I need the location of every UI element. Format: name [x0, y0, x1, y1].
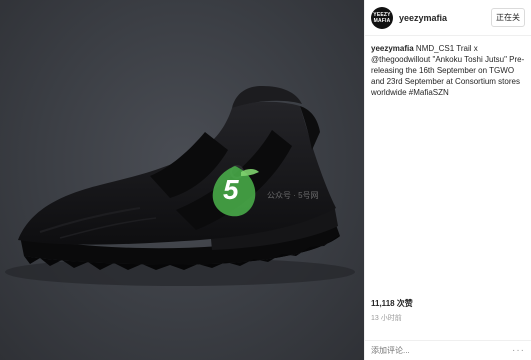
comment-input[interactable]	[371, 346, 501, 355]
watermark: 5 公众号 · 5号网	[205, 162, 325, 222]
post-photo[interactable]: 5 公众号 · 5号网	[0, 0, 364, 360]
instagram-post: 5 公众号 · 5号网 YEEZY MAFIA yeezymafia 正在关 y…	[0, 0, 531, 360]
post-header: YEEZY MAFIA yeezymafia 正在关	[365, 0, 531, 36]
avatar-text-line-2: MAFIA	[373, 17, 391, 24]
username-link[interactable]: yeezymafia	[399, 13, 491, 23]
comment-bar: ···	[365, 340, 531, 360]
more-options-icon[interactable]: ···	[512, 345, 525, 356]
caption-username-link[interactable]: yeezymafia	[371, 44, 414, 53]
post-footer: 11,118 次赞 13 小时前	[365, 298, 531, 323]
like-count[interactable]: 11,118 次赞	[371, 298, 525, 309]
follow-button[interactable]: 正在关	[491, 8, 525, 27]
watermark-logo-text: 5	[223, 174, 239, 205]
post-timestamp[interactable]: 13 小时前	[371, 313, 525, 323]
caption: yeezymafia NMD_CS1 Trail x @thegoodwillo…	[365, 36, 531, 98]
post-sidebar: YEEZY MAFIA yeezymafia 正在关 yeezymafia NM…	[364, 0, 531, 360]
avatar[interactable]: YEEZY MAFIA	[371, 6, 393, 29]
watermark-site-text: 公众号 · 5号网	[267, 191, 319, 200]
